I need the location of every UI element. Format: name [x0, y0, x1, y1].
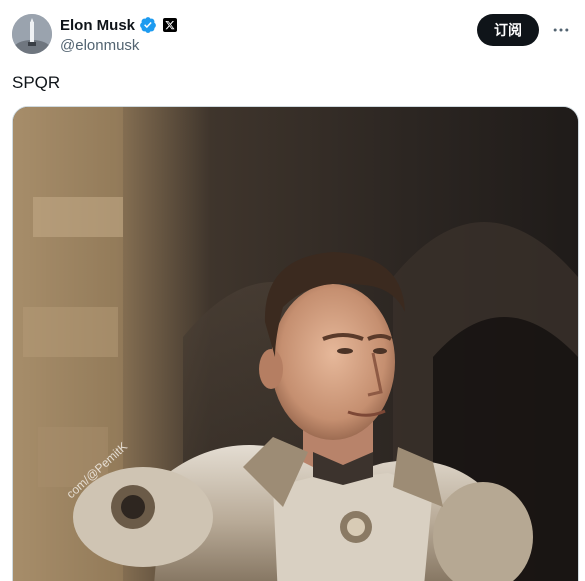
more-options-icon[interactable]	[549, 18, 573, 42]
avatar[interactable]	[12, 14, 52, 54]
author-names: Elon Musk @elonmusk	[60, 14, 178, 56]
tweet-image[interactable]: com/@PemitK	[12, 106, 579, 581]
subscribe-button[interactable]: 订阅	[477, 14, 539, 46]
tweet-card: Elon Musk @elonmusk 订阅 SPQR com/@PemitK	[0, 0, 585, 581]
name-row: Elon Musk	[60, 14, 178, 36]
verified-badge-icon	[140, 17, 156, 33]
tweet-text: SPQR	[12, 73, 61, 92]
tweet-header: Elon Musk @elonmusk 订阅	[12, 12, 573, 56]
handle[interactable]: @elonmusk	[60, 36, 177, 56]
x-logo-icon	[163, 18, 178, 32]
display-name[interactable]: Elon Musk	[60, 17, 135, 34]
